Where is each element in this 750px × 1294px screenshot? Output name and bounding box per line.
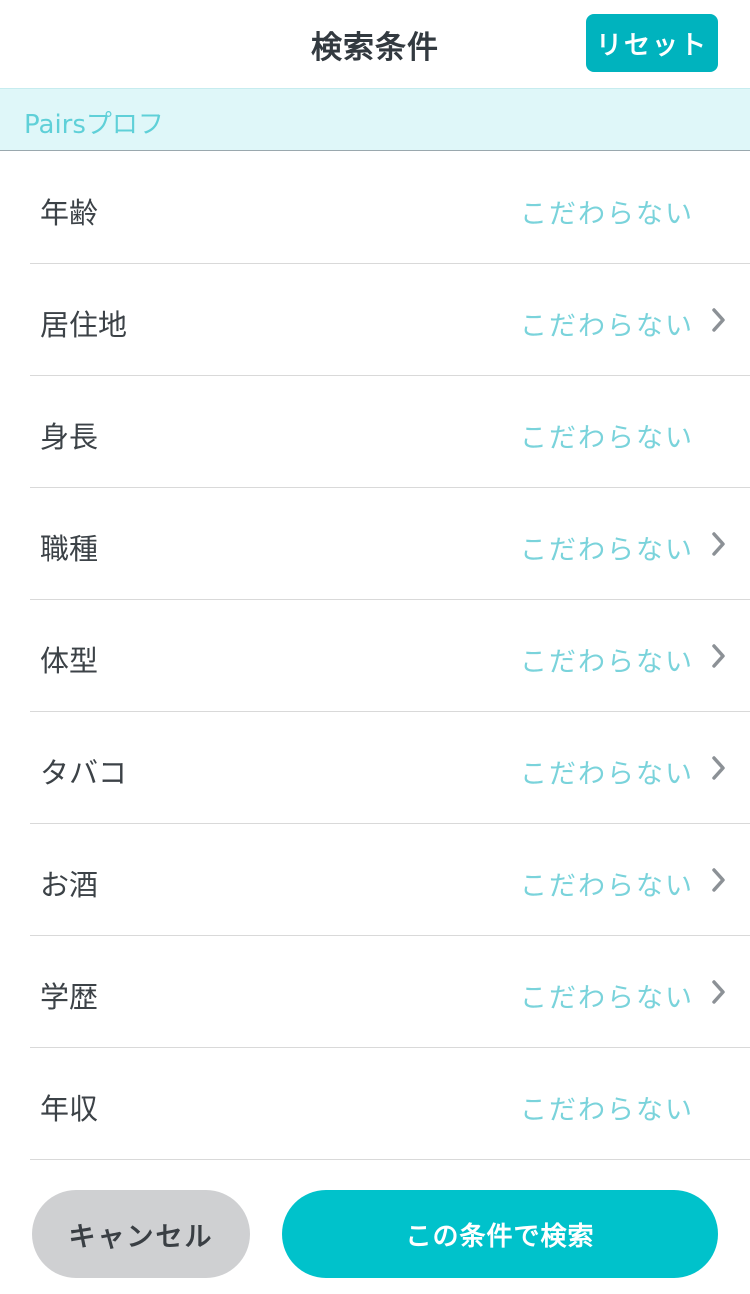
row-residence[interactable]: 居住地 こだわらない — [30, 264, 750, 376]
chevron-right-icon — [712, 532, 725, 556]
row-label: 年齢 — [40, 196, 99, 230]
row-tobacco[interactable]: タバコ こだわらない — [30, 712, 750, 824]
row-label: 年収 — [40, 1092, 99, 1126]
cancel-button[interactable]: キャンセル — [32, 1190, 250, 1278]
reset-button[interactable]: リセット — [586, 14, 718, 72]
chevron-right-icon — [712, 756, 725, 780]
row-value: こだわらない — [520, 535, 694, 566]
chevron-right-icon — [712, 308, 725, 332]
row-height[interactable]: 身長 こだわらない — [30, 376, 750, 488]
row-age[interactable]: 年齢 こだわらない — [30, 152, 750, 264]
row-label: 職種 — [40, 532, 99, 566]
row-value: こだわらない — [520, 423, 694, 454]
row-income[interactable]: 年収 こだわらない — [30, 1048, 750, 1160]
row-body-type[interactable]: 体型 こだわらない — [30, 600, 750, 712]
search-with-conditions-button[interactable]: この条件で検索 — [282, 1190, 718, 1278]
row-label: お酒 — [40, 868, 99, 902]
row-alcohol[interactable]: お酒 こだわらない — [30, 824, 750, 936]
chevron-right-icon — [712, 868, 725, 892]
row-label: 居住地 — [40, 308, 128, 342]
row-value: こだわらない — [520, 759, 694, 790]
row-value: こだわらない — [520, 983, 694, 1014]
row-value: こだわらない — [520, 647, 694, 678]
row-occupation[interactable]: 職種 こだわらない — [30, 488, 750, 600]
row-label: タバコ — [40, 756, 128, 790]
conditions-list: 年齢 こだわらない 居住地 こだわらない 身長 こだわらない 職種 こだわらない… — [0, 152, 750, 1160]
row-value: こだわらない — [520, 199, 694, 230]
row-value: こだわらない — [520, 1095, 694, 1126]
section-header: Pairsプロフ — [0, 88, 750, 151]
search-conditions-screen: 検索条件 リセット Pairsプロフ 年齢 こだわらない 居住地 こだわらない … — [0, 0, 750, 1294]
row-education[interactable]: 学歴 こだわらない — [30, 936, 750, 1048]
row-label: 体型 — [40, 644, 99, 678]
row-label: 身長 — [40, 420, 99, 454]
row-label: 学歴 — [40, 980, 99, 1014]
chevron-right-icon — [712, 980, 725, 1004]
section-label: Pairsプロフ — [24, 110, 164, 140]
chevron-right-icon — [712, 644, 725, 668]
row-value: こだわらない — [520, 871, 694, 902]
row-value: こだわらない — [520, 311, 694, 342]
header: 検索条件 リセット — [0, 0, 750, 88]
